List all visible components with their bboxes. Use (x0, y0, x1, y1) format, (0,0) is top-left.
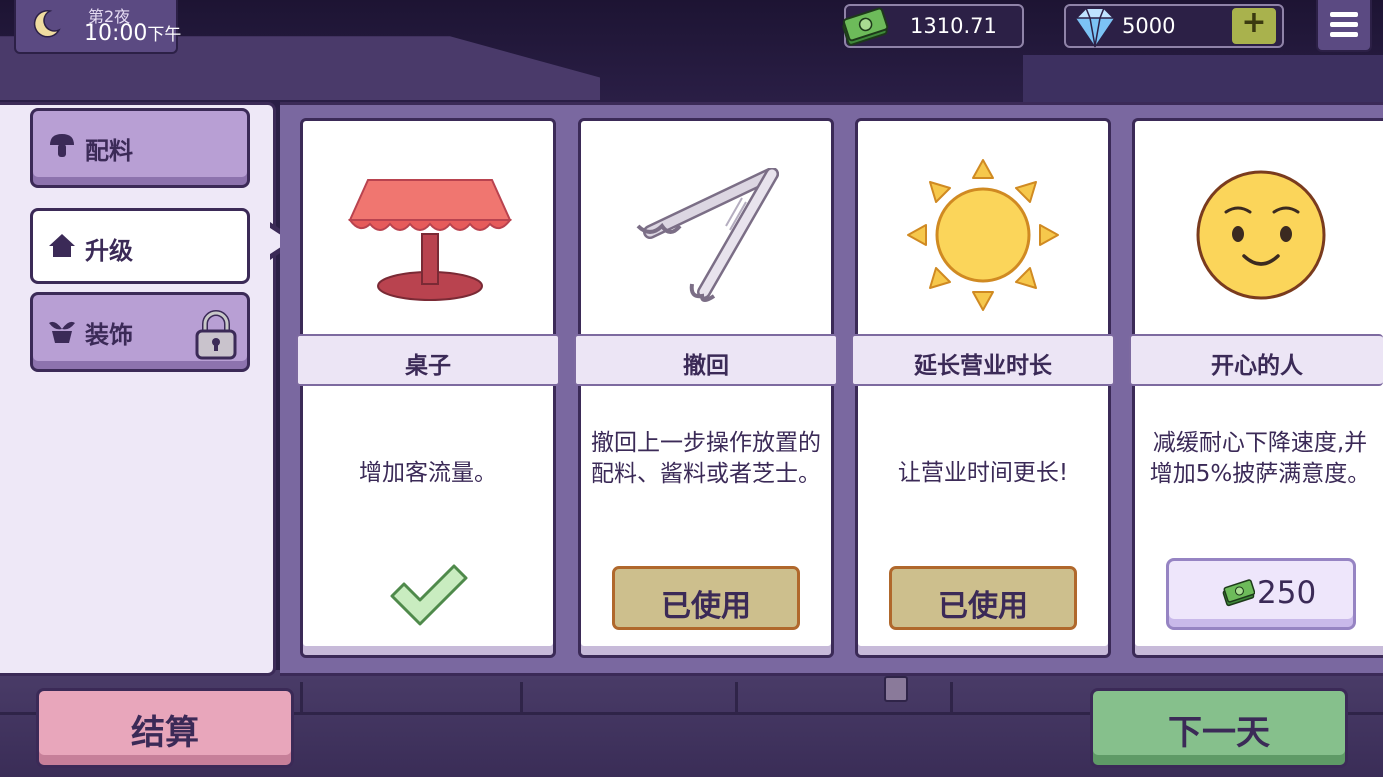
category-sidebar (0, 102, 276, 676)
gem-value: 5000 (1122, 14, 1176, 38)
cash-icon (1222, 579, 1255, 607)
card-description: 增加客流量。 (359, 460, 497, 486)
used-status-button[interactable]: 已使用 (889, 566, 1077, 630)
card-description: 让营业时间更长! (897, 460, 1069, 486)
card-title: 撤回 (683, 353, 729, 379)
tab-label: 配料 (85, 137, 133, 165)
tab-label: 升级 (85, 237, 133, 265)
price-value: 250 (1257, 575, 1317, 611)
card-title-bar: 撤回 (574, 334, 838, 386)
diamond-icon (1074, 7, 1116, 48)
plus-icon: + (1241, 5, 1267, 40)
time-period: 下午 (147, 25, 182, 45)
used-label: 已使用 (938, 589, 1028, 624)
table-icon (348, 179, 512, 301)
card-title-bar: 开心的人 (1129, 334, 1383, 386)
tab-label: 装饰 (85, 321, 133, 349)
smiley-icon (1196, 170, 1326, 300)
checkmark-icon (390, 564, 468, 626)
card-description: 撤回上一步操作放置的配料、酱料或者芝士。 (591, 430, 821, 487)
hamburger-icon (1330, 32, 1358, 37)
tongs-icon (636, 168, 779, 302)
tab-ingredients[interactable]: 配料 (30, 108, 250, 188)
cash-counter: 1310.71 (842, 4, 1024, 48)
tab-decorations[interactable]: 装饰 (30, 292, 250, 372)
rooftop-backdrop-right (1023, 55, 1383, 105)
used-status-button[interactable]: 已使用 (612, 566, 800, 630)
buy-button[interactable]: 250 (1166, 558, 1356, 630)
mushroom-icon (50, 134, 74, 157)
card-description: 减缓耐心下降速度,并增加5%披萨满意度。 (1149, 430, 1371, 487)
floor-divider (300, 682, 303, 712)
house-icon (49, 234, 75, 257)
settle-label: 结算 (131, 713, 199, 753)
plant-icon (49, 321, 75, 343)
time-value: 10:00 (84, 21, 148, 46)
lock-icon (195, 310, 237, 360)
floor-divider (520, 682, 523, 712)
next-day-button[interactable]: 下一天 (1090, 688, 1348, 768)
hamburger-icon (1330, 22, 1358, 27)
used-label: 已使用 (661, 589, 751, 624)
next-day-label: 下一天 (1168, 713, 1270, 753)
menu-button[interactable] (1316, 0, 1372, 52)
hamburger-icon (1330, 12, 1358, 17)
floor-divider (735, 682, 738, 712)
cash-icon (842, 7, 889, 46)
day-time-badge: 第2夜 10:00下午 (14, 0, 181, 54)
tab-upgrades[interactable]: 升级 (30, 208, 250, 284)
settle-button[interactable]: 结算 (36, 688, 294, 768)
add-gems-button[interactable]: + (1230, 5, 1278, 46)
card-title: 桌子 (405, 353, 451, 379)
sun-icon (907, 159, 1059, 311)
card-title-bar: 延长营业时长 (851, 334, 1115, 386)
counter-knob (884, 676, 908, 702)
cash-value: 1310.71 (910, 14, 997, 38)
card-title-bar: 桌子 (296, 334, 560, 386)
moon-icon (33, 10, 61, 38)
time-label: 10:00下午 (84, 20, 181, 46)
floor-divider (950, 682, 953, 712)
card-title: 开心的人 (1211, 353, 1303, 379)
card-title: 延长营业时长 (914, 353, 1052, 379)
